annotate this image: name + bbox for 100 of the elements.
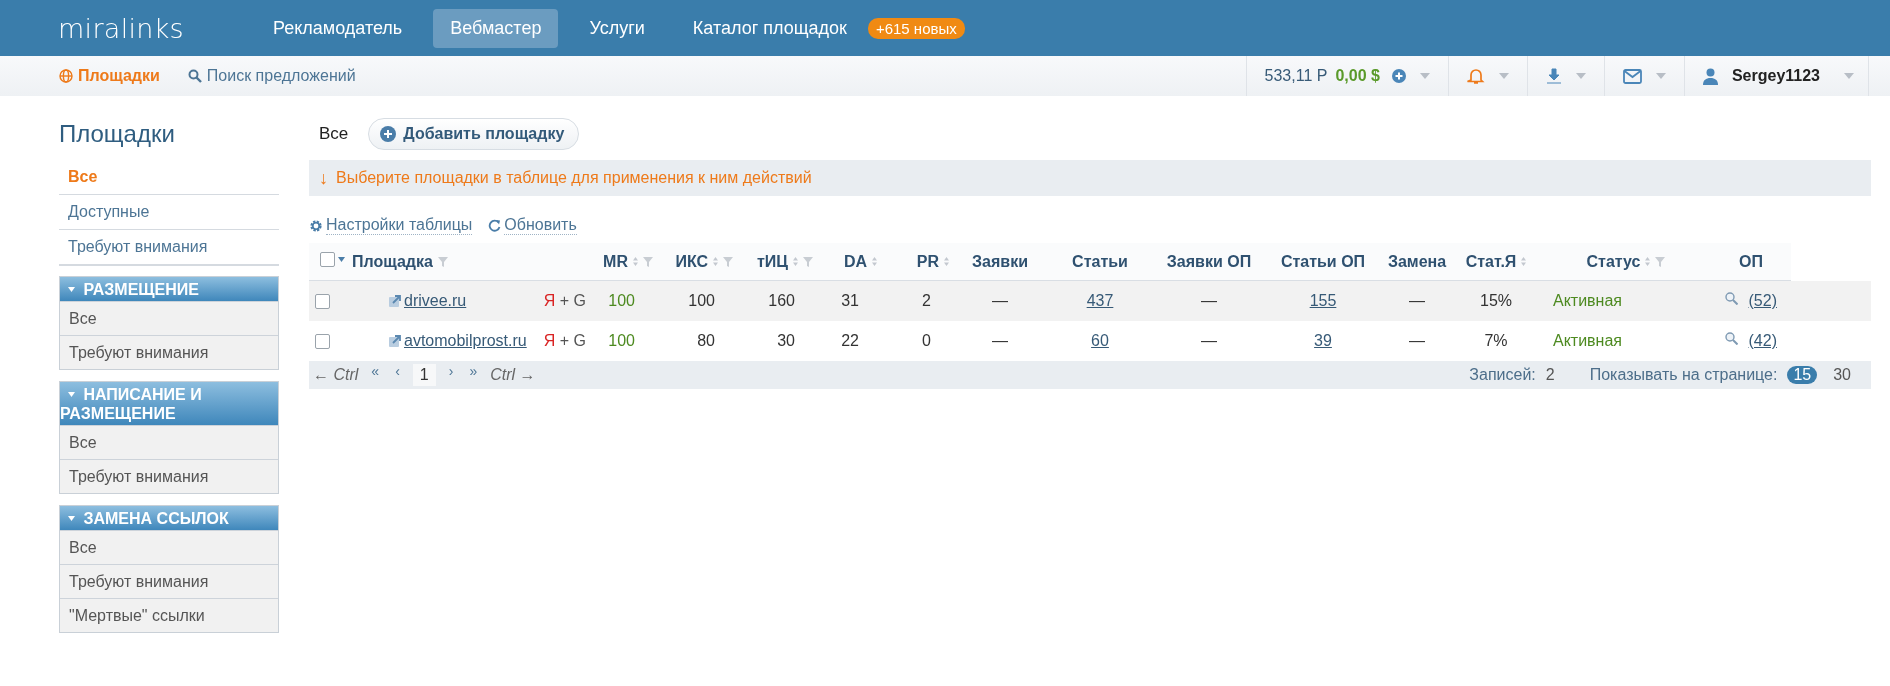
external-link-icon[interactable]: [389, 335, 401, 347]
sidebar-title: Площадки: [59, 120, 176, 148]
caret-icon[interactable]: [338, 257, 345, 262]
caret-icon[interactable]: [1655, 73, 1666, 79]
external-link-icon[interactable]: [389, 295, 401, 307]
nav-tab[interactable]: Услуги: [572, 8, 662, 48]
sidebar-item[interactable]: Все: [60, 301, 278, 335]
column-header: Площадка: [352, 252, 448, 271]
records-label: Записей:: [1469, 366, 1536, 384]
next-page-hint: Ctrl →: [490, 366, 536, 384]
table-cell: 100: [587, 280, 659, 321]
down-arrow: ↓: [319, 167, 328, 189]
sort-icon[interactable]: [1521, 257, 1527, 266]
articles-link[interactable]: 437: [1086, 292, 1114, 309]
caret-icon[interactable]: [1575, 73, 1586, 79]
row-checkbox[interactable]: [315, 334, 330, 350]
search-engines-label: Я + G: [543, 292, 586, 310]
add-funds-icon[interactable]: [1391, 69, 1406, 83]
filter-tab[interactable]: Все: [319, 124, 349, 144]
sidebar-item[interactable]: "Мертвые" ссылки: [60, 598, 278, 632]
table-cell: 100: [659, 280, 739, 321]
caret-icon: [68, 287, 75, 293]
articles-link[interactable]: 155: [1309, 292, 1337, 309]
sidebar-item[interactable]: Требуют внимания: [60, 564, 278, 598]
sort-icon[interactable]: [713, 257, 718, 266]
download-icon[interactable]: [1545, 68, 1562, 84]
table-cell: —: [1155, 280, 1263, 321]
column-header: Заявки: [972, 252, 1028, 271]
user-icon: [1702, 67, 1718, 85]
sidebar-item[interactable]: Требуют внимания: [60, 459, 278, 493]
table-cell: 15%: [1451, 280, 1541, 321]
table-cell: —: [955, 280, 1045, 321]
sidebar-item[interactable]: Все: [60, 530, 278, 564]
column-header: Замена: [1387, 252, 1447, 271]
column-header: Статьи: [1072, 252, 1128, 271]
per-page-option[interactable]: 30: [1827, 366, 1857, 384]
sort-icon[interactable]: [1645, 257, 1651, 266]
new-count-badge: +615 новых: [867, 17, 965, 39]
table-cell: 31: [819, 280, 883, 321]
op-link[interactable]: (42): [1748, 332, 1777, 349]
per-page-option[interactable]: 15: [1787, 366, 1818, 384]
articles-link[interactable]: 39: [1314, 332, 1332, 349]
select-all-checkbox[interactable]: [320, 252, 335, 267]
filter-icon[interactable]: [803, 256, 813, 267]
articles-link[interactable]: 60: [1091, 332, 1109, 349]
table-cell: 80: [659, 321, 739, 361]
search-icon[interactable]: [1725, 332, 1739, 345]
bell-icon[interactable]: [1466, 67, 1485, 85]
row-checkbox[interactable]: [315, 294, 330, 310]
plus-icon: [380, 126, 397, 142]
table-settings-link[interactable]: Настройки таблицы: [309, 216, 473, 235]
refresh-link[interactable]: Обновить: [488, 216, 577, 235]
logo[interactable]: miralinks: [58, 12, 184, 44]
filter-icon[interactable]: [723, 256, 733, 267]
filter-icon[interactable]: [437, 256, 448, 267]
add-site-button[interactable]: Добавить площадку: [368, 118, 580, 150]
first-page-link[interactable]: «: [368, 363, 383, 379]
filter-icon[interactable]: [1655, 256, 1666, 267]
filter-icon[interactable]: [643, 256, 653, 267]
sidebar-item[interactable]: Все: [60, 425, 278, 459]
status-cell: Активная: [1541, 321, 1711, 361]
search-icon[interactable]: [1725, 292, 1739, 305]
caret-icon: [68, 392, 75, 398]
table-cell: 30: [739, 321, 819, 361]
table-cell: 160: [739, 280, 819, 321]
table-cell: —: [1155, 321, 1263, 361]
gear-icon: [309, 218, 323, 233]
prev-page-link[interactable]: ‹: [392, 363, 403, 379]
table-cell: 0: [883, 321, 955, 361]
page-link[interactable]: 1: [412, 364, 436, 386]
site-link[interactable]: drivee.ru: [404, 292, 467, 310]
site-link[interactable]: avtomobilprost.ru: [404, 332, 527, 350]
table-cell: —: [1383, 321, 1451, 361]
nav-tab[interactable]: Рекламодатель: [255, 8, 420, 48]
sort-icon[interactable]: [872, 257, 877, 266]
caret-icon[interactable]: [1498, 73, 1509, 79]
search-engines-label: Я + G: [543, 332, 586, 350]
caret-icon[interactable]: [1844, 73, 1854, 79]
mail-icon[interactable]: [1622, 68, 1642, 84]
user-name[interactable]: Sergey1123: [1731, 67, 1820, 85]
op-link[interactable]: (52): [1748, 292, 1777, 309]
sort-icon[interactable]: [633, 257, 638, 266]
hint-text: Выберите площадки в таблице для применения к ним действий: [336, 169, 812, 187]
last-page-link[interactable]: »: [466, 363, 481, 379]
column-header: Заявки ОП: [1166, 252, 1252, 271]
sidebar-item[interactable]: Требуют внимания: [59, 230, 279, 264]
sidebar-item[interactable]: Требуют внимания: [60, 335, 278, 369]
records-count: 2: [1545, 366, 1555, 384]
subnav-link[interactable]: Поиск предложений: [187, 67, 356, 85]
sort-icon[interactable]: [944, 257, 949, 266]
table-cell: —: [1383, 280, 1451, 321]
caret-icon: [68, 516, 75, 522]
sort-icon[interactable]: [793, 257, 798, 266]
prev-page-hint: ← Ctrl: [313, 366, 359, 384]
table-cell: 2: [883, 280, 955, 321]
globe-icon: [59, 69, 73, 83]
next-page-link[interactable]: ›: [445, 363, 457, 379]
sidebar-item[interactable]: Доступные: [59, 195, 279, 230]
caret-icon[interactable]: [1419, 73, 1430, 79]
nav-tab[interactable]: Каталог площадок: [675, 8, 864, 48]
